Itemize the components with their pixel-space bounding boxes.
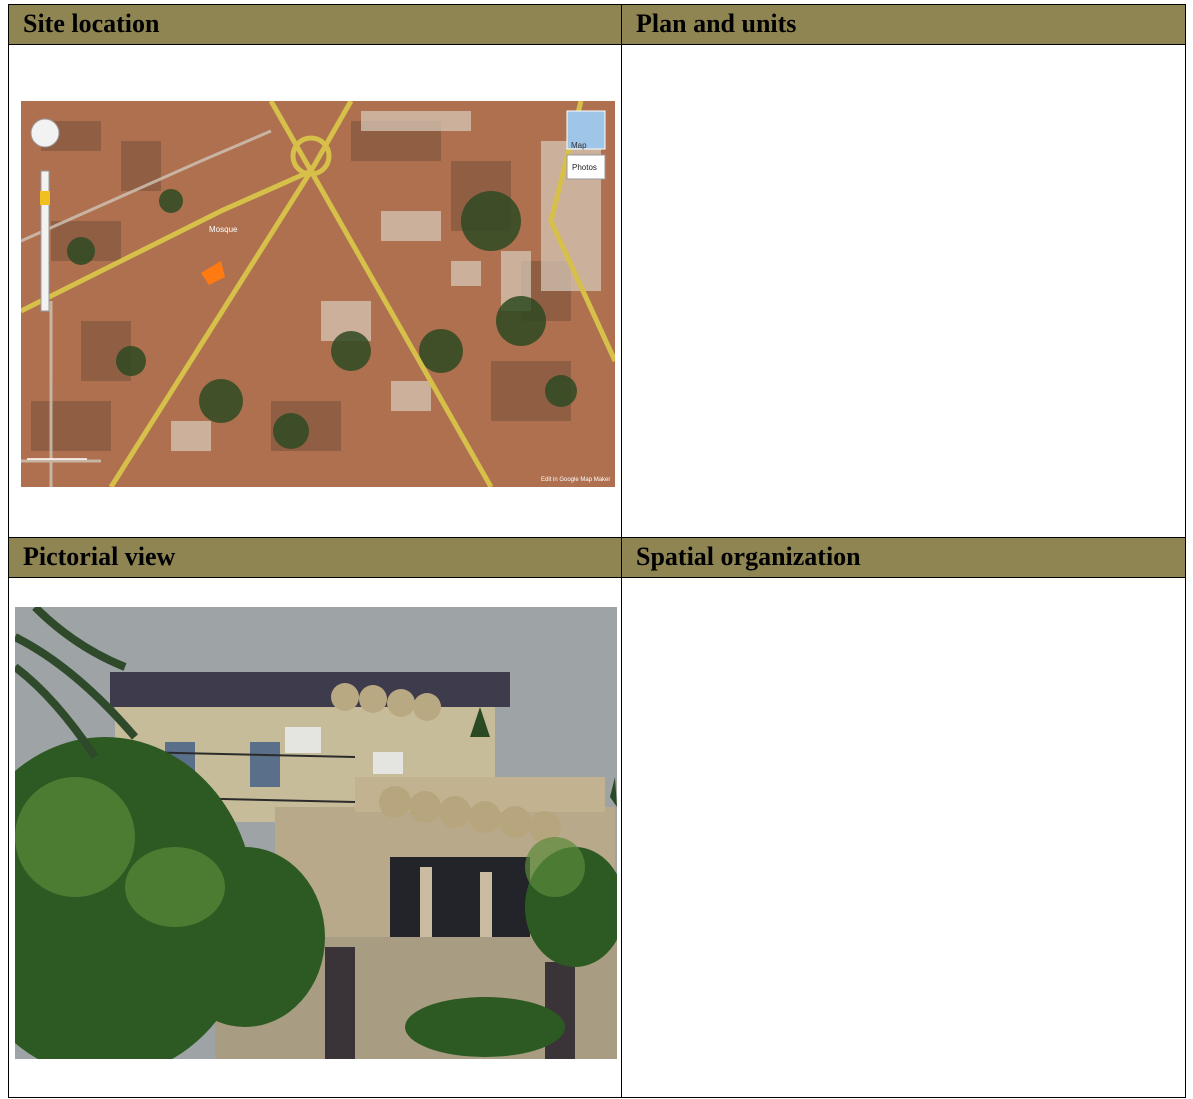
edit-map-link[interactable]: Edit in Google Map Maker [541,477,610,483]
header-pictorial-view: Pictorial view [9,538,621,578]
header-site-location: Site location [9,5,621,45]
site-location-map: Map Photos Mosque Edit in Google Map Mak… [21,101,615,487]
pictorial-view-photo [15,607,617,1059]
document-table: Site location Plan and units Map Photos … [8,4,1186,1098]
header-plan-and-units-text: Plan and units [636,9,797,38]
header-site-location-text: Site location [23,9,160,38]
header-plan-and-units: Plan and units [622,5,1185,45]
satellite-map-image [21,101,615,487]
header-spatial-organization-text: Spatial organization [636,542,861,571]
map-button-label[interactable]: Map [571,141,587,150]
photos-button-label[interactable]: Photos [572,163,597,172]
building-photo-image [15,607,617,1059]
header-pictorial-view-text: Pictorial view [23,542,176,571]
header-spatial-organization: Spatial organization [622,538,1185,578]
mosque-label: Mosque [209,225,238,234]
